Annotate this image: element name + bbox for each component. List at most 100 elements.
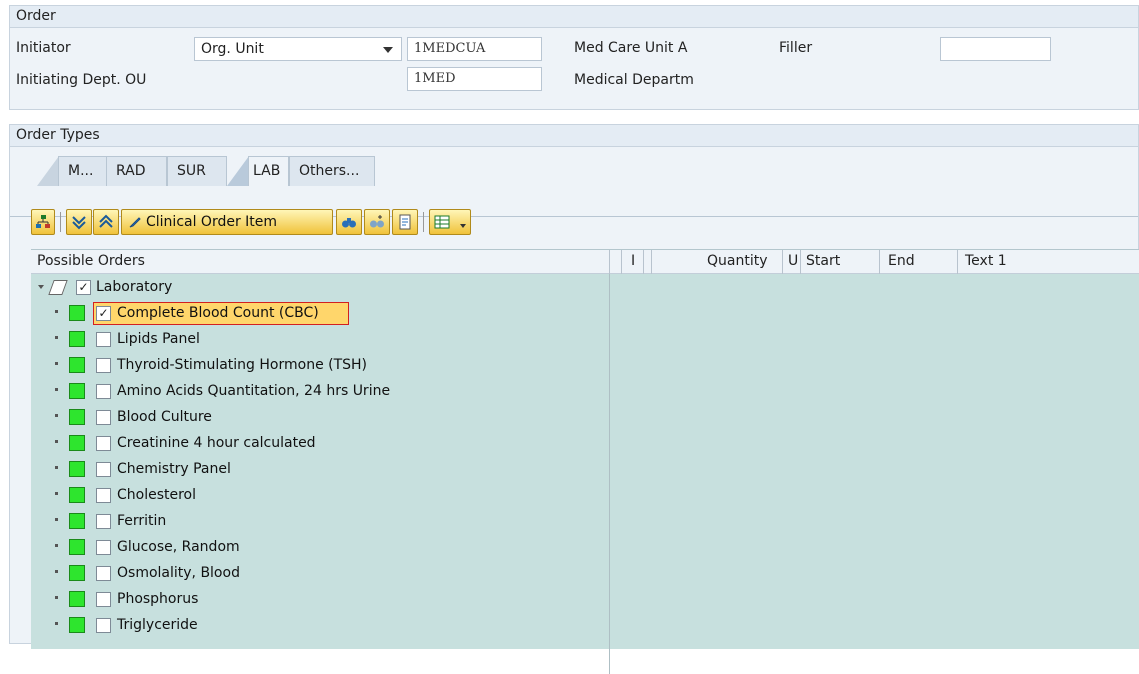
order-checkbox[interactable] — [96, 566, 111, 581]
initiator-type-value: Org. Unit — [201, 41, 264, 57]
order-checkbox[interactable] — [96, 410, 111, 425]
order-checkbox[interactable] — [96, 592, 111, 607]
col-quantity[interactable]: Quantity — [707, 250, 768, 274]
tree-connector-dot — [55, 440, 58, 443]
status-square-icon — [69, 357, 85, 373]
status-square-icon — [69, 565, 85, 581]
order-checkbox[interactable] — [96, 540, 111, 555]
status-square-icon — [69, 591, 85, 607]
initiator-type-dropdown[interactable]: Org. Unit — [194, 37, 402, 61]
initiator-code-field[interactable]: 1MEDCUA — [407, 37, 542, 61]
tree-connector-dot — [55, 622, 58, 625]
col-i[interactable]: I — [631, 250, 635, 274]
tree-connector-dot — [55, 414, 58, 417]
order-item-label: Cholesterol — [117, 487, 197, 503]
tab-lab[interactable]: LAB — [248, 156, 289, 186]
col-separator — [643, 250, 644, 274]
tree-row-root: ✓ Laboratory — [31, 275, 609, 301]
structure-icon[interactable] — [31, 209, 55, 235]
tree-connector-dot — [55, 570, 58, 573]
status-square-icon — [69, 539, 85, 555]
tree-row[interactable]: Osmolality, Blood — [31, 561, 609, 587]
col-separator — [879, 250, 880, 274]
col-text1[interactable]: Text 1 — [965, 250, 1007, 274]
tree-row[interactable]: Amino Acids Quantitation, 24 hrs Urine — [31, 379, 609, 405]
col-end[interactable]: End — [888, 250, 915, 274]
tree-connector-dot — [55, 492, 58, 495]
tree-row[interactable]: Thyroid-Stimulating Hormone (TSH) — [31, 353, 609, 379]
tree-expander-icon[interactable] — [38, 285, 44, 289]
dropdown-arrow-icon — [460, 224, 466, 228]
tree-row[interactable]: Cholesterol — [31, 483, 609, 509]
order-types-title: Order Types — [10, 125, 1138, 147]
order-checkbox[interactable] — [96, 462, 111, 477]
status-square-icon — [69, 461, 85, 477]
table-layout-icon — [434, 215, 450, 229]
tree-row[interactable]: Triglyceride — [31, 613, 609, 639]
order-checkbox[interactable] — [96, 436, 111, 451]
tree-row[interactable]: Ferritin — [31, 509, 609, 535]
status-square-icon — [69, 487, 85, 503]
collapse-all-button[interactable] — [93, 209, 119, 235]
order-item-label: Thyroid-Stimulating Hormone (TSH) — [117, 357, 368, 373]
order-item-label: Osmolality, Blood — [117, 565, 240, 581]
find-button[interactable] — [336, 209, 362, 235]
layout-button[interactable] — [429, 209, 471, 235]
filler-label: Filler — [779, 40, 813, 56]
order-checkbox[interactable] — [96, 332, 111, 347]
tree-connector-dot — [55, 336, 58, 339]
tab-rad[interactable]: RAD — [106, 156, 167, 186]
tree-row[interactable]: Phosphorus — [31, 587, 609, 613]
tree-row[interactable]: Lipids Panel — [31, 327, 609, 353]
hierarchy-icon — [36, 215, 50, 228]
order-checkbox[interactable] — [96, 618, 111, 633]
details-button[interactable] — [392, 209, 418, 235]
status-square-icon — [69, 409, 85, 425]
order-types-panel: Order Types M... RAD SUR LAB Others... C… — [9, 124, 1139, 674]
tab-edge — [37, 156, 59, 186]
folder-icon — [48, 280, 68, 295]
status-square-icon — [69, 305, 85, 321]
find-next-button[interactable] — [364, 209, 390, 235]
order-item-label: Phosphorus — [117, 591, 199, 607]
expand-all-button[interactable] — [66, 209, 92, 235]
checkbox-laboratory[interactable]: ✓ — [76, 280, 91, 295]
tree-connector-dot — [55, 362, 58, 365]
tree-row[interactable]: Blood Culture — [31, 405, 609, 431]
binoculars-icon — [342, 218, 356, 228]
order-panel-title: Order — [10, 6, 1138, 28]
expand-icon — [72, 216, 86, 230]
tab-m[interactable]: M... — [58, 156, 107, 186]
col-start[interactable]: Start — [806, 250, 840, 274]
col-separator — [621, 250, 622, 274]
tree-connector-dot — [55, 544, 58, 547]
tree-row[interactable]: Chemistry Panel — [31, 457, 609, 483]
order-checkbox[interactable]: ✓ — [96, 306, 111, 321]
order-item-label: Ferritin — [117, 513, 167, 529]
order-checkbox[interactable] — [96, 488, 111, 503]
order-item-label: Blood Culture — [117, 409, 212, 425]
grid-header: Possible Orders I Quantity U Start End T… — [31, 250, 1139, 274]
order-item-label: Creatinine 4 hour calculated — [117, 435, 316, 451]
filler-field[interactable] — [940, 37, 1051, 61]
initiating-dept-field[interactable]: 1MED — [407, 67, 542, 91]
collapse-icon — [99, 214, 113, 228]
col-possible-orders[interactable]: Possible Orders — [37, 250, 145, 274]
tree-row[interactable]: Creatinine 4 hour calculated — [31, 431, 609, 457]
order-checkbox[interactable] — [96, 514, 111, 529]
tab-sur[interactable]: SUR — [167, 156, 227, 186]
col-u[interactable]: U — [788, 250, 798, 274]
status-square-icon — [69, 435, 85, 451]
clinical-order-item-label: Clinical Order Item — [146, 214, 278, 230]
clinical-order-item-button[interactable]: Clinical Order Item — [121, 209, 333, 235]
status-square-icon — [69, 513, 85, 529]
order-checkbox[interactable] — [96, 358, 111, 373]
order-checkbox[interactable] — [96, 384, 111, 399]
initiator-label: Initiator — [16, 40, 71, 56]
col-separator — [800, 250, 801, 274]
tree-row[interactable]: Glucose, Random — [31, 535, 609, 561]
tab-others[interactable]: Others... — [289, 156, 375, 186]
order-types-tabstrip: M... RAD SUR LAB Others... — [10, 156, 1138, 217]
tree-row[interactable]: ✓ Complete Blood Count (CBC) — [31, 301, 609, 327]
grid-column-divider — [609, 274, 610, 674]
